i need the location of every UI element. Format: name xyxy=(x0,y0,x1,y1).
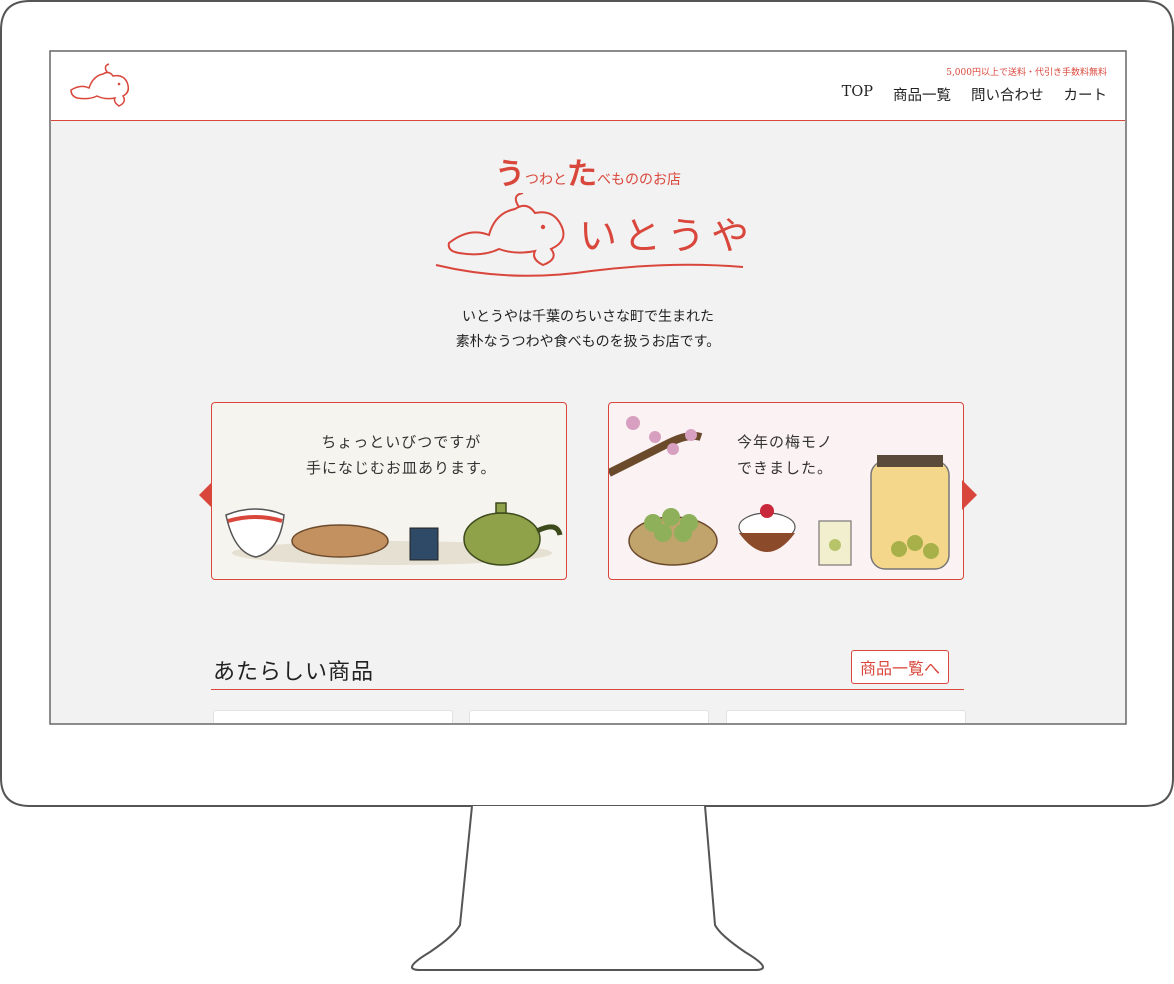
site-header: 5,000円以上で送料・代引き手数料無料 TOP 商品一覧 問い合わせ カート xyxy=(51,52,1125,121)
intro-line-2: 素朴なうつわや食べものを扱うお店です。 xyxy=(455,334,721,350)
tagline-part-1: つわと xyxy=(525,172,567,188)
intro-text: いとうやは千葉のちいさな町で生まれた 素朴なうつわや食べものを扱うお店です。 xyxy=(51,305,1125,355)
ume-illustration-icon xyxy=(609,416,950,570)
nav-top[interactable]: TOP xyxy=(842,84,873,105)
nav-products[interactable]: 商品一覧 xyxy=(893,84,951,105)
tableware-illustration-icon xyxy=(225,502,563,566)
banner-plates[interactable]: ちょっといびつですが 手になじむお皿あります。 xyxy=(211,402,567,580)
brand-name: いとうや xyxy=(579,214,756,258)
brand-underline xyxy=(435,263,744,277)
tagline-part-2: べもののお店 xyxy=(597,172,681,188)
browser-screen: 5,000円以上で送料・代引き手数料無料 TOP 商品一覧 問い合わせ カート … xyxy=(51,52,1125,723)
shipping-notice: 5,000円以上で送料・代引き手数料無料 xyxy=(946,68,1107,78)
product-card[interactable] xyxy=(213,710,453,723)
new-items-title: あたらしい商品 xyxy=(213,660,375,685)
tagline: うつわとたべもののお店 xyxy=(51,149,1125,193)
main-nav: TOP 商品一覧 問い合わせ カート xyxy=(842,84,1107,105)
tagline-char-u: う xyxy=(495,157,525,192)
tagline-char-ta: た xyxy=(567,157,597,192)
nav-contact[interactable]: 問い合わせ xyxy=(971,84,1044,105)
all-products-button[interactable]: 商品一覧へ xyxy=(851,650,950,684)
section-divider xyxy=(211,689,964,690)
product-card[interactable] xyxy=(469,710,709,723)
dog-logo-icon[interactable] xyxy=(67,62,137,110)
carousel-next-arrow-icon[interactable] xyxy=(962,480,977,510)
product-card[interactable] xyxy=(726,710,966,723)
intro-line-1: いとうやは千葉のちいさな町で生まれた xyxy=(462,309,714,325)
banner-ume[interactable]: 今年の梅モノ できました。 xyxy=(608,402,964,580)
nav-cart[interactable]: カート xyxy=(1064,84,1108,105)
